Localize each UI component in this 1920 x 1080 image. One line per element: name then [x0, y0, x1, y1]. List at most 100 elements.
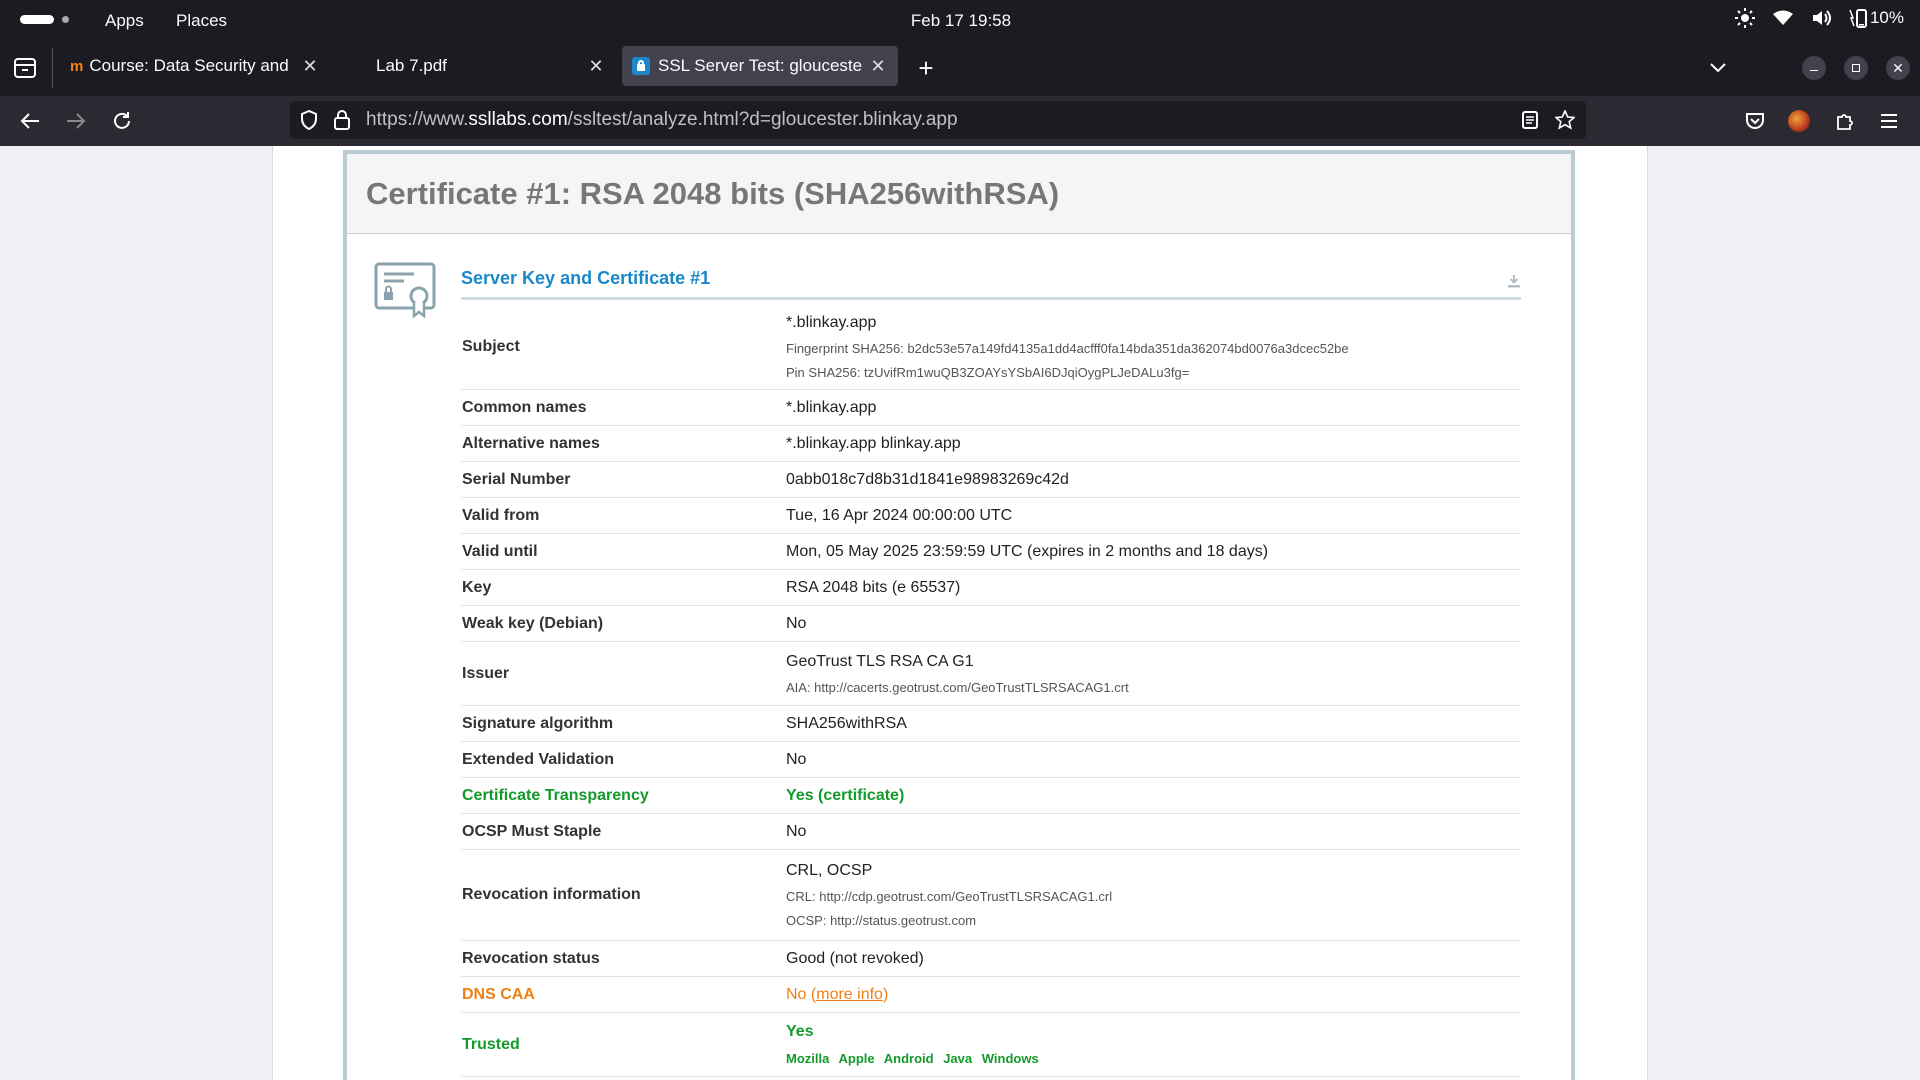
table-row: Alternative names *.blinkay.app blinkay.…	[461, 426, 1521, 462]
dns-caa-value: No (	[786, 985, 817, 1003]
account-button[interactable]	[1786, 108, 1812, 134]
brightness-icon	[1734, 8, 1755, 28]
close-window-button[interactable]: ✕	[1886, 56, 1910, 80]
trust-store-mozilla[interactable]: Mozilla	[786, 1051, 829, 1066]
row-label: Key	[462, 578, 492, 596]
row-value: No	[786, 614, 807, 632]
table-row: Key RSA 2048 bits (e 65537)	[461, 570, 1521, 606]
row-value: RSA 2048 bits (e 65537)	[786, 578, 961, 596]
url-path: /ssltest/analyze.html?d=gloucester.blink…	[567, 109, 958, 130]
trust-store-apple[interactable]: Apple	[838, 1051, 874, 1066]
wifi-icon	[1772, 10, 1793, 25]
row-value: No (more info)	[786, 978, 1521, 1012]
back-button[interactable]	[16, 109, 44, 133]
workspace-dot[interactable]	[62, 16, 69, 23]
table-row: Trusted Yes Mozilla Apple Android Java W…	[461, 1013, 1521, 1077]
fingerprint-sha256: Fingerprint SHA256: b2dc53e57a149fd4135a…	[786, 340, 1349, 356]
row-label: Signature algorithm	[462, 714, 614, 732]
close-tab-icon[interactable]: ✕	[868, 56, 888, 77]
nav-toolbar: https://www.ssllabs.com/ssltest/analyze.…	[0, 96, 1920, 146]
row-label: Issuer	[462, 664, 510, 682]
dns-caa-suffix: )	[882, 985, 889, 1003]
table-row: Valid from Tue, 16 Apr 2024 00:00:00 UTC	[461, 498, 1521, 534]
battery-status: 10%	[1849, 8, 1904, 28]
forward-button[interactable]	[62, 109, 90, 133]
tab-lab-pdf[interactable]: Lab 7.pdf ✕	[366, 46, 616, 86]
report-header: Certificate #1: RSA 2048 bits (SHA256wit…	[347, 154, 1571, 234]
url-bar[interactable]: https://www.ssllabs.com/ssltest/analyze.…	[290, 101, 1586, 139]
close-tab-icon[interactable]: ✕	[300, 56, 320, 77]
pocket-icon	[1746, 113, 1764, 129]
table-row: Signature algorithm SHA256withRSA	[461, 706, 1521, 742]
revocation-methods: CRL, OCSP	[786, 862, 873, 879]
issuer-value: GeoTrust TLS RSA CA G1	[786, 652, 974, 670]
plus-icon: +	[918, 52, 934, 83]
volume-icon	[1812, 10, 1831, 26]
issuer-aia: AIA: http://cacerts.geotrust.com/GeoTrus…	[786, 679, 1129, 695]
firefox-view-button[interactable]	[12, 56, 38, 80]
row-label: Common names	[462, 398, 587, 416]
download-icon[interactable]	[1507, 274, 1521, 288]
crl-url: CRL: http://cdp.geotrust.com/GeoTrustTLS…	[786, 889, 1113, 904]
firefox-view-icon	[14, 58, 36, 78]
subject-value: *.blinkay.app	[786, 313, 877, 331]
section-title: Server Key and Certificate #1	[461, 268, 1521, 300]
tab-ssl-server-test[interactable]: SSL Server Test: glouceste ✕	[622, 46, 898, 86]
avatar	[1788, 110, 1810, 132]
system-tray[interactable]: 10%	[1734, 8, 1904, 28]
table-row: Common names *.blinkay.app	[461, 390, 1521, 426]
app-menu-button[interactable]	[1876, 109, 1902, 133]
chevron-down-icon	[1710, 63, 1726, 73]
row-value: Yes Mozilla Apple Android Java Windows	[786, 1015, 1521, 1074]
row-label: Subject	[462, 337, 520, 355]
row-label: Alternative names	[462, 434, 600, 452]
trust-store-android[interactable]: Android	[884, 1051, 934, 1066]
pocket-button[interactable]	[1742, 109, 1768, 133]
table-row: Serial Number 0abb018c7d8b31d1841e989832…	[461, 462, 1521, 498]
workspace-indicator[interactable]	[20, 15, 54, 24]
trusted-value: Yes	[786, 1023, 814, 1040]
arrow-right-icon	[67, 113, 86, 129]
tab-separator	[52, 48, 53, 88]
bookmark-star-icon[interactable]	[1555, 110, 1575, 130]
row-value: SHA256withRSA	[786, 714, 907, 732]
row-value: GeoTrust TLS RSA CA G1 AIA: http://cacer…	[786, 645, 1521, 703]
certificate-icon	[374, 262, 436, 318]
list-all-tabs-button[interactable]	[1704, 54, 1732, 82]
table-row: Revocation information CRL, OCSP CRL: ht…	[461, 850, 1521, 941]
table-row: OCSP Must Staple No	[461, 814, 1521, 850]
section-title-text: Server Key and Certificate #1	[461, 268, 711, 288]
url-domain: ssllabs.com	[468, 109, 568, 130]
puzzle-icon	[1837, 114, 1853, 130]
page-viewport: Certificate #1: RSA 2048 bits (SHA256wit…	[0, 146, 1920, 1080]
row-value: 0abb018c7d8b31d1841e98983269c42d	[786, 470, 1069, 488]
minimize-button[interactable]	[1802, 56, 1826, 80]
certificate-details-table: Subject *.blinkay.app Fingerprint SHA256…	[461, 304, 1521, 1077]
row-label: Valid until	[462, 542, 538, 560]
reload-icon	[114, 112, 130, 129]
apps-menu[interactable]: Apps	[105, 11, 144, 31]
row-label: OCSP Must Staple	[462, 822, 602, 840]
page-title: Certificate #1: RSA 2048 bits (SHA256wit…	[366, 176, 1060, 211]
url-text[interactable]: https://www.ssllabs.com/ssltest/analyze.…	[366, 109, 958, 131]
reload-button[interactable]	[108, 108, 136, 134]
moodle-favicon-icon: m	[70, 57, 84, 75]
tab-course[interactable]: m Course: Data Security and ✕	[60, 46, 330, 86]
more-info-link[interactable]: more info	[816, 986, 883, 1003]
clock[interactable]: Feb 17 19:58	[906, 11, 1016, 31]
trust-store-java[interactable]: Java	[943, 1051, 972, 1066]
reader-view-icon[interactable]	[1522, 111, 1538, 129]
row-value: CRL, OCSP CRL: http://cdp.geotrust.com/G…	[786, 854, 1521, 936]
restore-button[interactable]	[1844, 56, 1868, 80]
places-menu[interactable]: Places	[176, 11, 227, 31]
lock-favicon-icon	[632, 57, 650, 75]
close-tab-icon[interactable]: ✕	[586, 56, 606, 77]
trust-store-windows[interactable]: Windows	[982, 1051, 1039, 1066]
extensions-button[interactable]	[1832, 109, 1858, 133]
table-row: DNS CAA No (more info)	[461, 977, 1521, 1013]
row-value: *.blinkay.app Fingerprint SHA256: b2dc53…	[786, 306, 1521, 388]
table-row: Subject *.blinkay.app Fingerprint SHA256…	[461, 304, 1521, 390]
row-label: Extended Validation	[462, 750, 615, 768]
page-body: Certificate #1: RSA 2048 bits (SHA256wit…	[272, 146, 1648, 1080]
new-tab-button[interactable]: +	[912, 52, 940, 83]
